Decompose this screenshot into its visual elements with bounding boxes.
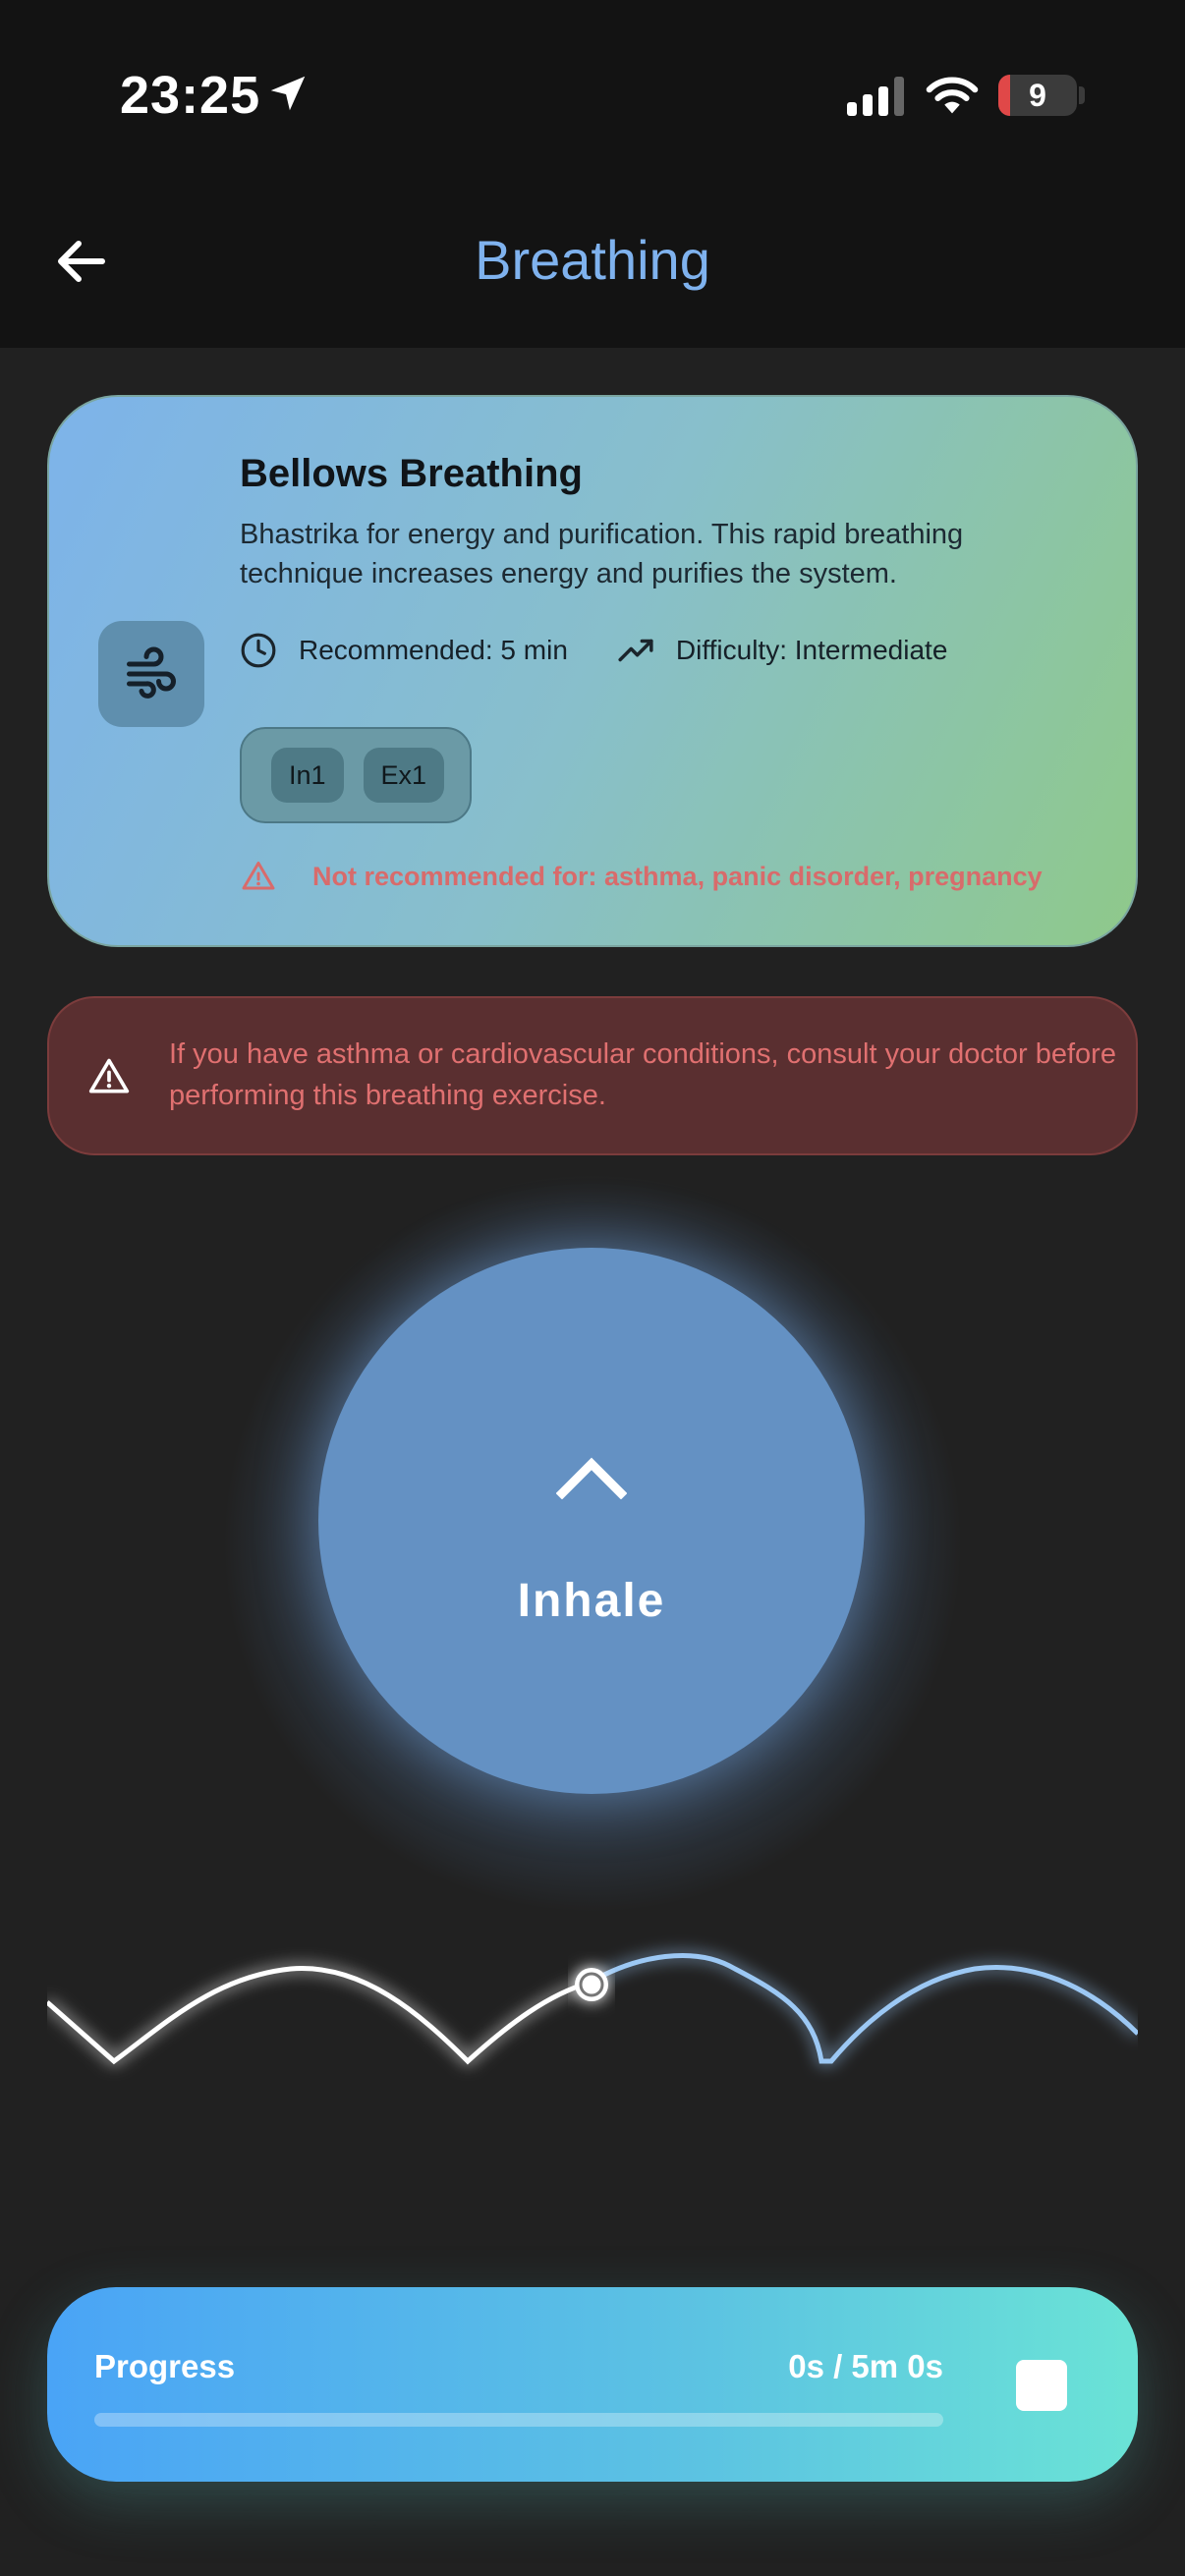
exercise-icon-box <box>98 621 204 727</box>
clock-icon <box>241 633 276 668</box>
top-bar: 23:25 9 Breathing <box>0 0 1185 348</box>
caution-text: If you have asthma or cardiovascular con… <box>169 1038 1116 1111</box>
trending-up-icon <box>618 639 653 662</box>
exercise-card: Bellows Breathing Bhastrika for energy a… <box>47 395 1138 947</box>
tag-exhale: Ex1 <box>363 748 445 803</box>
progress-bar <box>94 2413 943 2427</box>
contraindications-text: Not recommended for: asthma, panic disor… <box>312 861 1043 891</box>
progress-card: Progress 0s / 5m 0s <box>47 2287 1138 2482</box>
caution-banner: If you have asthma or cardiovascular con… <box>47 996 1138 1155</box>
battery-tip <box>1079 86 1085 104</box>
battery-icon: 9 <box>998 75 1077 116</box>
stop-button[interactable] <box>1016 2360 1067 2411</box>
contraindications: Not recommended for: asthma, panic disor… <box>240 859 1043 894</box>
difficulty-label: Difficulty: Intermediate <box>675 635 948 665</box>
recommended-duration: Recommended: 5 min <box>240 632 568 669</box>
breath-circle[interactable]: Inhale <box>318 1248 865 1794</box>
progress-time: 0s / 5m 0s <box>788 2348 943 2384</box>
exercise-meta: Recommended: 5 min Difficulty: Intermedi… <box>240 629 947 672</box>
page-title: Breathing <box>475 229 710 291</box>
difficulty-level: Difficulty: Intermediate <box>617 632 948 669</box>
pattern-tags: In1 Ex1 <box>240 727 472 823</box>
breath-wave <box>47 1952 1138 2065</box>
tag-inhale: In1 <box>271 748 344 803</box>
warning-triangle-icon <box>242 862 275 890</box>
warning-triangle-icon <box>88 1058 130 1093</box>
status-time: 23:25 <box>120 66 261 125</box>
wave-elapsed <box>47 1966 591 2065</box>
location-arrow-icon <box>270 76 306 111</box>
recommended-label: Recommended: 5 min <box>299 635 568 665</box>
wifi-icon <box>926 77 979 114</box>
progress-label: Progress <box>94 2348 236 2384</box>
wave-upcoming <box>588 1952 1138 2064</box>
cellular-signal-icon <box>847 77 904 116</box>
exercise-description: Bhastrika for energy and purification. T… <box>240 519 964 589</box>
breath-phase-label: Inhale <box>517 1575 666 1627</box>
battery-percent: 9 <box>1029 78 1046 113</box>
exercise-title: Bellows Breathing <box>240 452 583 495</box>
wind-icon <box>127 646 176 699</box>
chevron-up-icon <box>556 1457 627 1499</box>
